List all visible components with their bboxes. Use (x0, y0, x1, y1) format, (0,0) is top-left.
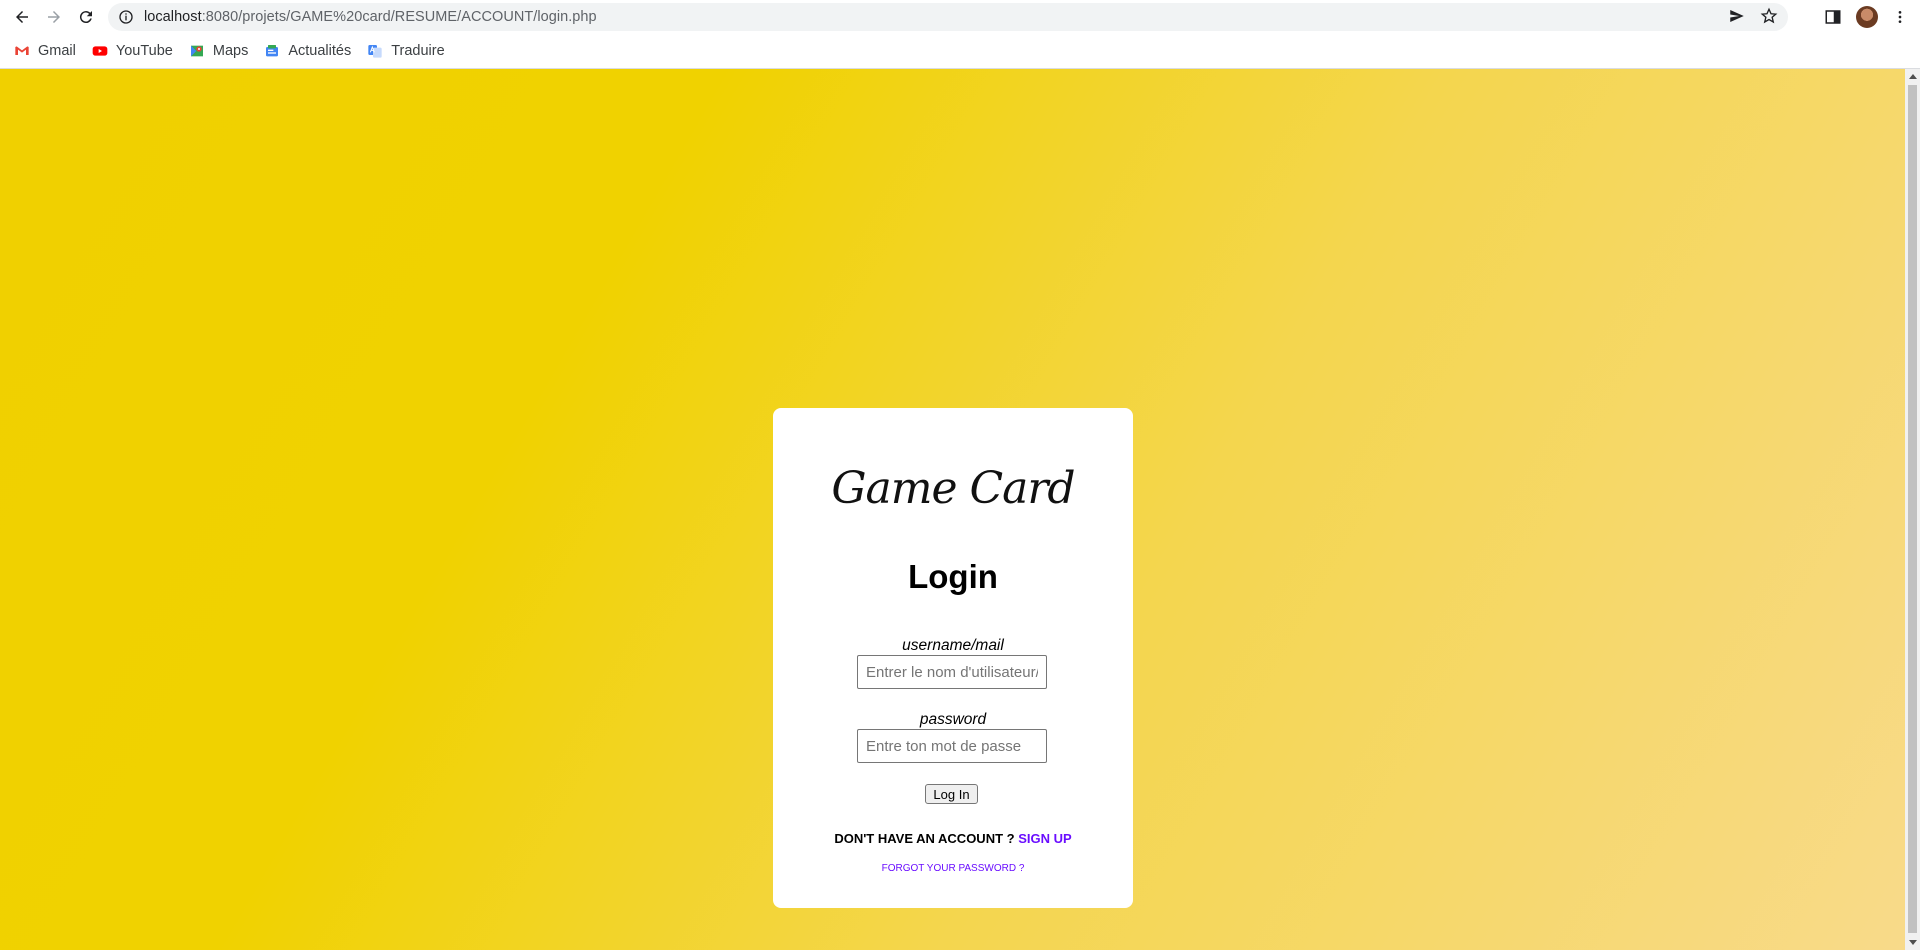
bookmark-translate[interactable]: Traduire (367, 43, 445, 59)
maps-icon (189, 43, 205, 59)
news-icon (264, 43, 280, 59)
menu-dots-icon[interactable] (1892, 8, 1908, 26)
signup-prompt: DON'T HAVE AN ACCOUNT ? SIGN UP (773, 831, 1133, 846)
scroll-thumb[interactable] (1908, 85, 1917, 933)
reload-icon[interactable] (72, 3, 100, 31)
username-field[interactable] (857, 655, 1047, 689)
password-label: password (919, 711, 987, 728)
browser-toolbar: localhost:8080/projets/GAME%20card/RESUM… (0, 0, 1920, 34)
login-card: Game Card Login username/mail password L… (773, 408, 1133, 908)
forward-arrow-icon[interactable] (40, 3, 68, 31)
bookmarks-bar: Gmail YouTube Maps Actualités Traduire (0, 34, 1920, 69)
address-bar[interactable]: localhost:8080/projets/GAME%20card/RESUM… (108, 3, 1788, 31)
bookmark-gmail[interactable]: Gmail (14, 43, 76, 59)
vertical-scrollbar[interactable] (1905, 69, 1920, 950)
bookmark-news[interactable]: Actualités (264, 43, 351, 59)
gmail-icon (14, 43, 30, 59)
scroll-up-icon[interactable] (1909, 74, 1917, 79)
brand-logo: Game Card (831, 463, 1075, 514)
page-title: Login (908, 558, 998, 595)
send-icon[interactable] (1728, 7, 1746, 25)
star-icon[interactable] (1760, 7, 1778, 25)
page-background: Game Card Login username/mail password L… (0, 69, 1905, 950)
username-label: username/mail (902, 637, 1004, 654)
bookmark-maps[interactable]: Maps (189, 43, 248, 59)
back-arrow-icon[interactable] (8, 3, 36, 31)
login-button[interactable]: Log In (925, 784, 978, 804)
no-account-text: DON'T HAVE AN ACCOUNT ? (834, 831, 1015, 846)
password-field[interactable] (857, 729, 1047, 763)
profile-avatar[interactable] (1856, 6, 1878, 28)
side-panel-icon[interactable] (1824, 8, 1842, 26)
scroll-down-icon[interactable] (1909, 940, 1917, 945)
signup-link[interactable]: SIGN UP (1018, 831, 1071, 846)
youtube-icon (92, 43, 108, 59)
site-info-icon[interactable] (118, 9, 134, 25)
translate-icon (367, 43, 383, 59)
forgot-password-link[interactable]: FORGOT YOUR PASSWORD ? (773, 863, 1133, 874)
url-text: localhost:8080/projets/GAME%20card/RESUM… (144, 9, 597, 25)
bookmark-youtube[interactable]: YouTube (92, 43, 173, 59)
